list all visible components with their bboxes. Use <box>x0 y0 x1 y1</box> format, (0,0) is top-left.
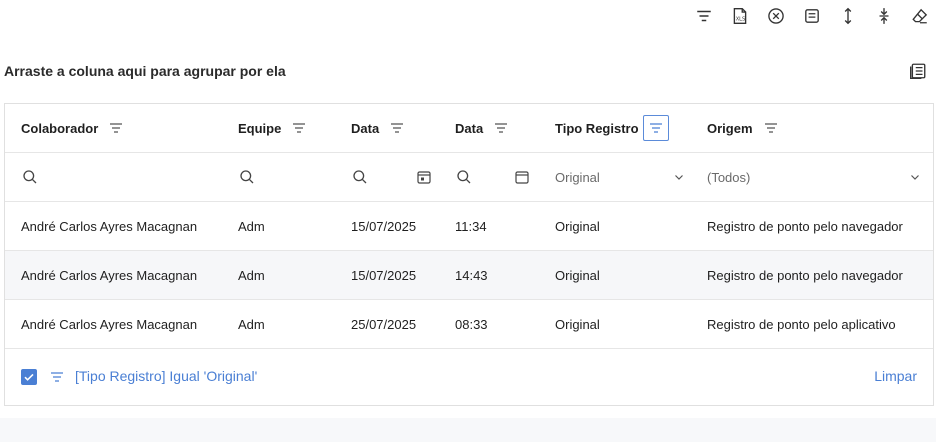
column-header-tipo-registro[interactable]: Tipo Registro <box>555 104 691 152</box>
eraser-icon <box>912 8 928 24</box>
group-panel: Arraste a coluna aqui para agrupar por e… <box>4 58 932 84</box>
chevron-down-icon <box>675 175 683 180</box>
filter-panel: [Tipo Registro] Igual 'Original' Limpar <box>5 349 933 405</box>
cell-colaborador: André Carlos Ayres Macagnan <box>21 218 198 234</box>
document-button[interactable] <box>800 4 824 28</box>
cell-equipe: Adm <box>238 218 265 234</box>
filter-enabled-checkbox[interactable] <box>21 369 37 385</box>
checkmark-icon <box>24 373 34 381</box>
svg-text:XLS: XLS <box>736 17 745 23</box>
header-filter-button[interactable] <box>106 118 126 138</box>
clear-filter-link[interactable]: Limpar <box>874 368 917 384</box>
column-header-label: Equipe <box>238 120 282 136</box>
eraser-button[interactable] <box>908 4 932 28</box>
filter-row: Original (Todos) <box>5 153 933 202</box>
search-icon <box>351 168 369 186</box>
data-grid: Colaborador Equipe Data Data Tipo Regist… <box>4 103 934 406</box>
filter-lines-icon <box>293 123 306 133</box>
column-chooser-button[interactable] <box>906 59 930 83</box>
group-panel-text: Arraste a coluna aqui para agrupar por e… <box>4 63 286 79</box>
cell-hora: 14:43 <box>455 267 488 283</box>
clear-filter-button[interactable] <box>764 4 788 28</box>
cell-hora: 08:33 <box>455 316 488 332</box>
column-header-label: Data <box>455 120 484 136</box>
cell-origem: Registro de ponto pelo aplicativo <box>707 316 896 332</box>
cell-equipe: Adm <box>238 316 265 332</box>
expand-vertical-icon <box>844 7 852 25</box>
column-header-equipe[interactable]: Equipe <box>238 104 334 152</box>
cell-origem: Registro de ponto pelo navegador <box>707 267 903 283</box>
document-icon <box>805 9 819 23</box>
cell-tipo-registro: Original <box>555 218 600 234</box>
collapse-vertical-icon <box>879 8 889 24</box>
cell-colaborador: André Carlos Ayres Macagnan <box>21 316 198 332</box>
filter-lines-icon <box>49 369 65 385</box>
cell-colaborador: André Carlos Ayres Macagnan <box>21 267 198 283</box>
table-row[interactable]: André Carlos Ayres Macagnan Adm 25/07/20… <box>5 300 933 349</box>
filter-toggle-button[interactable] <box>692 4 716 28</box>
header-row: Colaborador Equipe Data Data Tipo Regist… <box>5 104 933 153</box>
origem-filter-select[interactable]: (Todos) <box>707 153 921 201</box>
table-row[interactable]: André Carlos Ayres Macagnan Adm 15/07/20… <box>5 251 933 300</box>
column-chooser-icon <box>910 63 926 79</box>
column-header-label: Tipo Registro <box>555 120 639 136</box>
filter-lines-icon <box>649 123 662 133</box>
filter-cell-hora[interactable] <box>455 153 547 201</box>
calendar-icon[interactable] <box>513 168 531 186</box>
header-filter-button[interactable] <box>289 118 309 138</box>
filter-lines-icon <box>110 123 123 133</box>
calendar-icon[interactable] <box>415 168 433 186</box>
export-xls-icon: XLS <box>733 8 747 24</box>
filter-lines-icon <box>391 123 404 133</box>
cell-data: 25/07/2025 <box>351 316 417 332</box>
column-header-label: Data <box>351 120 380 136</box>
collapse-all-button[interactable] <box>872 4 896 28</box>
cell-data: 15/07/2025 <box>351 218 417 234</box>
cell-tipo-registro: Original <box>555 267 600 283</box>
table-row[interactable]: André Carlos Ayres Macagnan Adm 15/07/20… <box>5 202 933 251</box>
header-filter-button[interactable] <box>761 118 781 138</box>
header-filter-button[interactable] <box>387 118 407 138</box>
column-header-label: Origem <box>707 120 753 136</box>
filter-expression-link[interactable]: [Tipo Registro] Igual 'Original' <box>75 368 257 384</box>
export-xls-button[interactable]: XLS <box>728 4 752 28</box>
select-value: (Todos) <box>707 169 751 185</box>
column-header-colaborador[interactable]: Colaborador <box>21 104 221 152</box>
chevron-down-icon <box>911 175 919 180</box>
cell-data: 15/07/2025 <box>351 267 417 283</box>
cell-hora: 11:34 <box>455 218 487 234</box>
column-header-label: Colaborador <box>21 120 99 136</box>
column-header-origem[interactable]: Origem <box>707 104 929 152</box>
grid-toolbar: XLS <box>680 4 932 28</box>
header-filter-button-active[interactable] <box>642 115 669 141</box>
header-filter-button[interactable] <box>491 118 511 138</box>
filter-cell-equipe[interactable] <box>238 153 334 201</box>
clear-circle-icon <box>768 8 784 24</box>
cell-origem: Registro de ponto pelo navegador <box>707 218 903 234</box>
filter-lines-icon <box>697 10 711 22</box>
select-value: Original <box>555 169 600 185</box>
filter-cell-colaborador[interactable] <box>21 153 221 201</box>
column-header-hora[interactable]: Data <box>455 104 547 152</box>
bottom-strip <box>0 418 936 442</box>
search-icon <box>455 168 473 186</box>
expand-all-button[interactable] <box>836 4 860 28</box>
search-icon <box>21 168 39 186</box>
cell-tipo-registro: Original <box>555 316 600 332</box>
cell-equipe: Adm <box>238 267 265 283</box>
filter-lines-icon <box>764 123 777 133</box>
tipo-registro-filter-select[interactable]: Original <box>555 153 685 201</box>
search-icon <box>238 168 256 186</box>
filter-lines-icon <box>495 123 508 133</box>
column-header-data[interactable]: Data <box>351 104 443 152</box>
